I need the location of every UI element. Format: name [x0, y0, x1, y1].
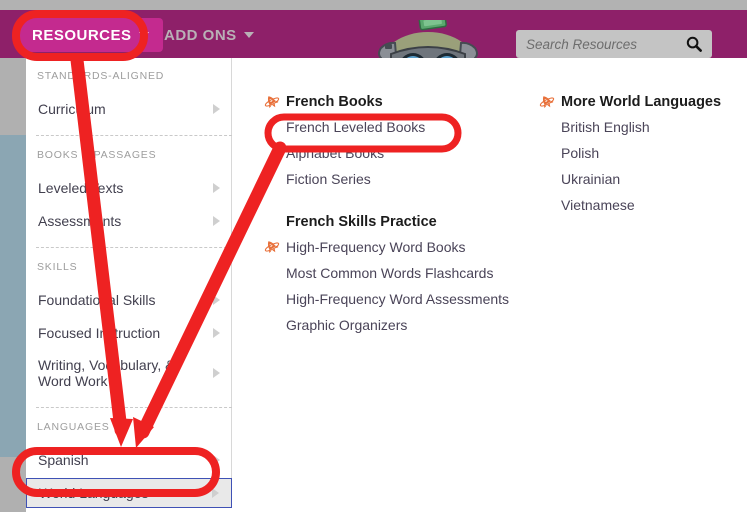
menu-group-title-text: French Books [286, 94, 383, 110]
search-box[interactable] [516, 30, 712, 58]
chevron-right-icon [213, 295, 220, 305]
sidebar-item-label: Curriculum [38, 101, 106, 117]
sidebar-item-foundational-skills[interactable]: Foundational Skills [26, 285, 232, 315]
sidebar-item-label: Leveled Texts [38, 180, 124, 196]
nav-button-resources[interactable]: RESOURCES [18, 18, 163, 52]
rocket-icon [539, 96, 555, 108]
menu-group: French Books French Leveled Books Alphabet… [264, 94, 534, 192]
menu-link-fiction-series[interactable]: Fiction Series [264, 166, 534, 192]
sidebar-item-curriculum[interactable]: Curriculum [26, 94, 232, 124]
nav-addons-label: ADD ONS [164, 26, 237, 44]
menu-link-ukrainian[interactable]: Ukrainian [539, 166, 747, 192]
chevron-right-icon [213, 216, 220, 226]
sidebar-item-label: Writing, Vocabulary, & Word Work [38, 357, 175, 389]
sidebar-item-label: Assessments [38, 213, 122, 229]
main-navbar: RESOURCES ADD ONS [0, 10, 747, 68]
sidebar-item-focused-instruction[interactable]: Focused Instruction [26, 318, 232, 348]
chevron-right-icon [213, 104, 220, 114]
menu-group-title: French Skills Practice [264, 214, 534, 230]
menu-link-alphabet-books[interactable]: Alphabet Books [264, 140, 534, 166]
menu-link-vietnamese[interactable]: Vietnamese [539, 192, 747, 218]
mega-menu-sidebar: STANDARDS-ALIGNED Curriculum BOOKS & PASSA… [26, 58, 232, 508]
sidebar-item-assessments[interactable]: Assessments [26, 206, 232, 236]
menu-link-british-english[interactable]: British English [539, 114, 747, 140]
mega-menu-column-right: More World Languages British English Polis… [539, 58, 747, 218]
menu-link-polish[interactable]: Polish [539, 140, 747, 166]
sidebar-divider [36, 407, 232, 408]
menu-link-label: High-Frequency Word Books [286, 239, 466, 255]
screenshot-root: RESOURCES ADD ONS Search Resources STAND… [0, 0, 747, 512]
sidebar-item-label: Foundational Skills [38, 292, 156, 308]
menu-group-title: More World Languages [539, 94, 747, 110]
sidebar-item-label: Spanish [38, 452, 89, 468]
nav-resources-label: RESOURCES [32, 26, 132, 44]
sidebar-section-label: STANDARDS-ALIGNED [37, 70, 165, 82]
menu-group: More World Languages British English Polis… [539, 94, 747, 218]
search-input[interactable] [526, 36, 686, 52]
sidebar-divider [36, 247, 232, 248]
sidebar-section-label: SKILLS [37, 261, 78, 273]
sidebar-divider [36, 135, 232, 136]
menu-link-high-frequency-word-books[interactable]: High-Frequency Word Books [264, 234, 534, 260]
sidebar-item-spanish[interactable]: Spanish [26, 445, 232, 475]
page-edge-gray-bottom [0, 457, 26, 512]
sidebar-section-label: BOOKS & PASSAGES [37, 149, 157, 161]
menu-group-title: French Books [264, 94, 534, 110]
chevron-right-icon [213, 455, 220, 465]
page-edge-blue [0, 135, 26, 457]
chevron-right-icon [213, 368, 220, 378]
menu-link-graphic-organizers[interactable]: Graphic Organizers [264, 312, 534, 338]
sidebar-item-leveled-texts[interactable]: Leveled Texts [26, 173, 232, 203]
caret-down-icon [243, 32, 254, 38]
chevron-right-icon [213, 183, 220, 193]
chevron-right-icon [213, 328, 220, 338]
menu-link-most-common-words-flashcards[interactable]: Most Common Words Flashcards [264, 260, 534, 286]
top-gray-strip [0, 0, 747, 10]
menu-link-french-leveled-books[interactable]: French Leveled Books [264, 114, 534, 140]
sidebar-item-label: Focused Instruction [38, 325, 161, 341]
sidebar-item-label: World Languages [39, 485, 149, 501]
resources-mega-menu: STANDARDS-ALIGNED Curriculum BOOKS & PASSA… [26, 58, 747, 512]
menu-group-title-text: French Skills Practice [286, 214, 437, 230]
menu-group-title-text: More World Languages [561, 94, 722, 110]
rocket-icon [264, 241, 280, 253]
search-icon[interactable] [686, 36, 702, 52]
caret-down-icon [138, 32, 149, 38]
menu-link-high-frequency-word-assessments[interactable]: High-Frequency Word Assessments [264, 286, 534, 312]
mega-menu-column-middle: French Books French Leveled Books Alphabet… [264, 58, 534, 338]
chevron-right-icon [212, 488, 219, 498]
sidebar-item-world-languages[interactable]: World Languages [26, 478, 232, 508]
page-edge-gray-top [0, 58, 26, 135]
menu-group: French Skills Practice High-Frequency Wor… [264, 214, 534, 338]
nav-button-addons[interactable]: ADD ONS [150, 18, 268, 52]
sidebar-item-writing-vocabulary-word-work[interactable]: Writing, Vocabulary, & Word Work [26, 351, 232, 395]
rocket-icon [264, 96, 280, 108]
sidebar-section-label: LANGUAGES [37, 421, 110, 433]
